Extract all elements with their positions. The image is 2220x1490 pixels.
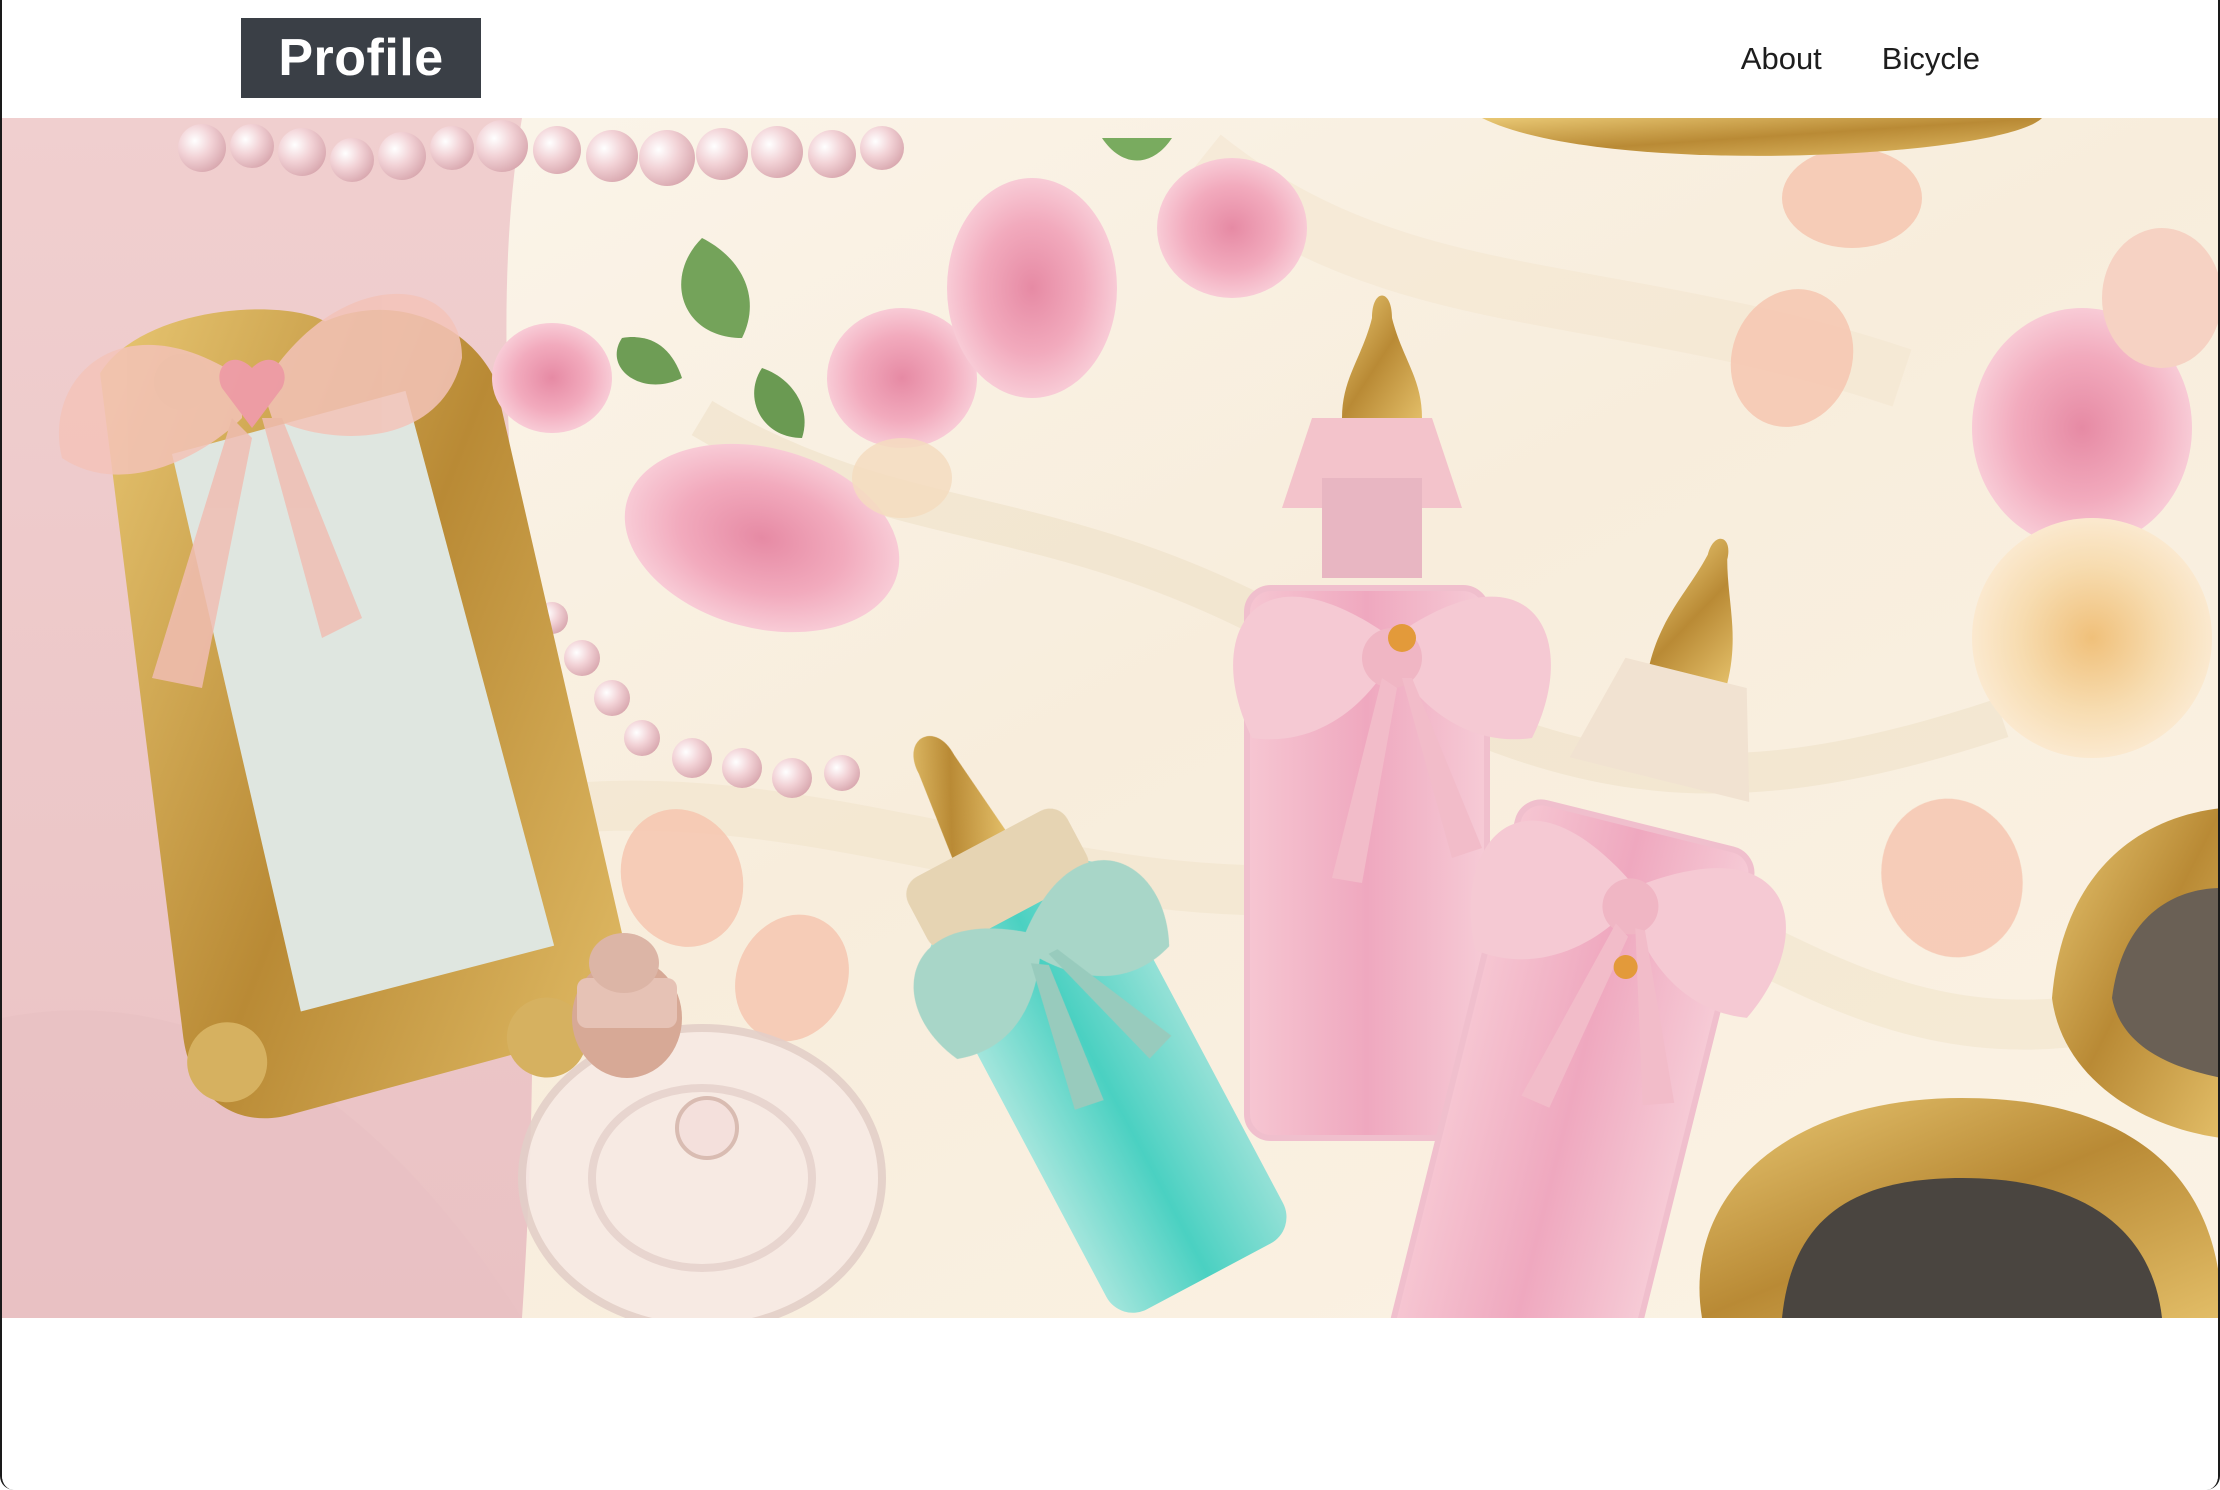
nav-link-about[interactable]: About <box>1741 41 1822 77</box>
hero-image <box>2 118 2218 1318</box>
site-logo[interactable]: Profile <box>241 18 481 98</box>
main-nav: About Bicycle <box>1741 0 1980 118</box>
nav-link-bicycle[interactable]: Bicycle <box>1882 41 1980 77</box>
hero-illustration <box>2 118 2218 1318</box>
browser-window: Profile About Bicycle <box>0 0 2220 1490</box>
site-header: Profile About Bicycle <box>2 0 2218 118</box>
page-body-empty <box>2 1318 2218 1490</box>
